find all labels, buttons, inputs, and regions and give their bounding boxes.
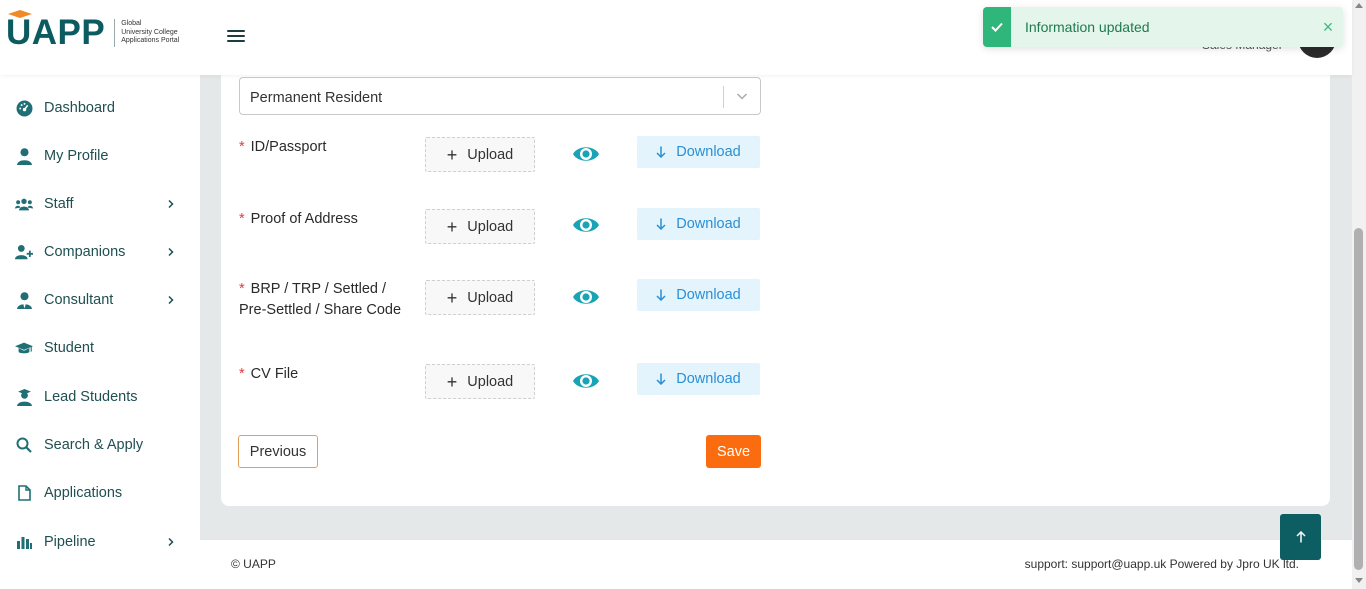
download-button-cv-file[interactable]: Download <box>637 363 760 395</box>
sidebar-item-pipeline[interactable]: Pipeline <box>0 522 200 562</box>
chevron-right-icon <box>168 295 174 305</box>
document-label-proof-of-address: * Proof of Address <box>239 211 358 227</box>
sidebar-item-staff[interactable]: Staff <box>0 184 200 224</box>
plus-icon: + <box>446 287 458 308</box>
eye-icon[interactable] <box>572 370 600 392</box>
document-label-id-passport: * ID/Passport <box>239 139 327 155</box>
users-icon <box>15 195 33 213</box>
graduation-cap-logo-icon <box>8 10 32 18</box>
documents-form-card: Permanent Resident * ID/Passport + Upload … <box>221 75 1330 506</box>
sidebar-item-companions[interactable]: Companions <box>0 232 200 272</box>
required-marker: * <box>239 139 245 155</box>
sidebar-item-consultant[interactable]: Consultant <box>0 280 200 320</box>
eye-icon[interactable] <box>572 214 600 236</box>
chevron-right-icon <box>168 247 174 257</box>
sidebar-item-search-apply[interactable]: Search & Apply <box>0 425 200 465</box>
residency-status-select[interactable]: Permanent Resident <box>239 77 761 115</box>
dashboard-icon <box>15 99 33 117</box>
chevron-right-icon <box>168 537 174 547</box>
eye-icon[interactable] <box>572 143 600 165</box>
arrow-down-icon <box>656 289 666 301</box>
logo-tagline: Global University College Applications P… <box>121 20 180 45</box>
file-icon <box>15 484 33 502</box>
sidebar-item-label: Student <box>44 340 94 356</box>
sidebar-item-lead-students[interactable]: Lead Students <box>0 377 200 417</box>
scroll-up-arrow[interactable] <box>1355 3 1363 8</box>
sidebar-item-label: Companions <box>44 244 126 260</box>
sidebar: Dashboard My Profile Staff Companions Co… <box>0 75 200 589</box>
check-icon <box>983 7 1011 47</box>
user-tie-icon <box>15 291 33 309</box>
support-text: support: support@uapp.uk Powered by Jpro… <box>1024 557 1299 571</box>
arrow-down-icon <box>656 373 666 385</box>
logo-divider <box>114 19 116 47</box>
search-icon <box>15 436 33 454</box>
chevron-right-icon <box>168 199 174 209</box>
toast-message: Information updated <box>1025 19 1150 35</box>
sidebar-item-label: Consultant <box>44 292 114 308</box>
chevron-down-icon[interactable] <box>736 91 748 101</box>
required-marker: * <box>239 281 245 297</box>
sidebar-item-label: Dashboard <box>44 100 115 116</box>
success-toast: Information updated × <box>983 7 1343 47</box>
sidebar-item-label: Applications <box>44 485 123 501</box>
sidebar-item-my-profile[interactable]: My Profile <box>0 136 200 176</box>
select-separator <box>723 86 724 108</box>
close-icon[interactable]: × <box>1313 17 1343 38</box>
sidebar-item-label: My Profile <box>44 148 109 164</box>
arrow-up-icon <box>1295 531 1306 543</box>
required-marker: * <box>239 366 245 382</box>
sidebar-item-dashboard[interactable]: Dashboard <box>0 88 200 128</box>
scrollbar-thumb[interactable] <box>1354 228 1363 570</box>
previous-button[interactable]: Previous <box>238 435 318 468</box>
select-value: Permanent Resident <box>250 90 383 106</box>
page-scrollbar[interactable] <box>1352 0 1366 589</box>
graduation-cap-icon <box>15 339 33 357</box>
scroll-down-arrow[interactable] <box>1355 578 1363 583</box>
arrow-down-icon <box>656 218 666 230</box>
sidebar-item-label: Lead Students <box>44 389 138 405</box>
sidebar-item-student[interactable]: Student <box>0 328 200 368</box>
sidebar-item-label: Pipeline <box>44 534 96 550</box>
required-marker: * <box>239 211 245 227</box>
upload-button-id-passport[interactable]: + Upload <box>425 137 535 172</box>
sidebar-item-label: Search & Apply <box>44 437 144 453</box>
user-icon <box>15 147 33 165</box>
sidebar-item-applications[interactable]: Applications <box>0 473 200 513</box>
uapp-logo[interactable]: UAPP Global University College Applicati… <box>6 10 180 52</box>
sidebar-item-label: Staff <box>44 196 74 212</box>
scroll-to-top-button[interactable] <box>1280 514 1321 560</box>
arrow-down-icon <box>656 146 666 158</box>
download-button-proof-of-address[interactable]: Download <box>637 208 760 240</box>
upload-button-cv-file[interactable]: + Upload <box>425 364 535 399</box>
download-button-brp-trp[interactable]: Download <box>637 279 760 311</box>
plus-icon: + <box>446 216 458 237</box>
plus-icon: + <box>446 371 458 392</box>
bar-chart-icon <box>15 533 33 551</box>
download-button-id-passport[interactable]: Download <box>637 136 760 168</box>
upload-button-brp-trp[interactable]: + Upload <box>425 280 535 315</box>
eye-icon[interactable] <box>572 286 600 308</box>
document-label-cv-file: * CV File <box>239 366 299 382</box>
footer: © UAPP support: support@uapp.uk Powered … <box>200 540 1352 589</box>
copyright-text: © UAPP <box>231 557 276 571</box>
logo-wordmark: UAPP <box>6 10 105 52</box>
user-graduate-icon <box>15 388 33 406</box>
plus-icon: + <box>446 144 458 165</box>
upload-button-proof-of-address[interactable]: + Upload <box>425 209 535 244</box>
document-label-brp-trp: * BRP / TRP / Settled / Pre-Settled / Shar… <box>239 281 402 318</box>
user-plus-icon <box>15 243 33 261</box>
menu-toggle-icon[interactable] <box>227 30 245 44</box>
save-button[interactable]: Save <box>706 435 761 468</box>
